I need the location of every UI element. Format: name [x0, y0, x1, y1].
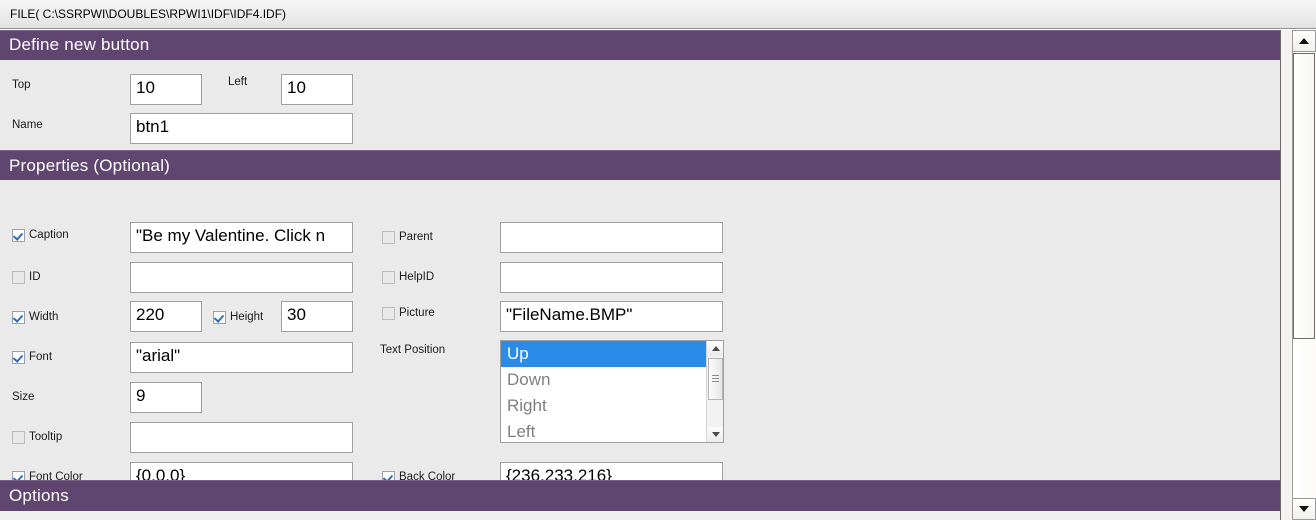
label-font: Font: [29, 351, 53, 363]
input-picture[interactable]: "FileName.BMP": [500, 301, 723, 332]
panel-define-new-button: Top 10 Left 10 Name btn1: [0, 60, 1280, 150]
label-picture: Picture: [399, 307, 435, 319]
listbox-option-right[interactable]: Right: [501, 393, 708, 419]
page-scrollbar-thumb[interactable]: [1293, 53, 1315, 339]
label-text-position: Text Position: [380, 344, 446, 356]
checkbox-width[interactable]: [12, 311, 25, 324]
listbox-option-left[interactable]: Left: [501, 419, 708, 442]
file-path-label: FILE( C:\SSRPWI\DOUBLES\RPWI1\IDF\IDF4.I…: [10, 7, 287, 21]
input-left[interactable]: 10: [281, 74, 353, 105]
input-font[interactable]: "arial": [130, 342, 353, 373]
panel-options: [0, 511, 1280, 520]
checkbox-id[interactable]: [12, 271, 25, 284]
grip-icon: [712, 375, 719, 384]
input-parent[interactable]: [500, 222, 723, 253]
section-header-define-new-button: Define new button: [0, 30, 1280, 60]
page-scrollbar[interactable]: [1281, 30, 1316, 520]
label-id: ID: [29, 271, 41, 283]
triangle-down-icon: [711, 432, 720, 437]
input-height[interactable]: 30: [281, 301, 353, 332]
page-scroll-down-button[interactable]: [1292, 498, 1316, 520]
listbox-scroll-down-button[interactable]: [707, 427, 723, 442]
listbox-scrollbar[interactable]: [706, 341, 723, 442]
file-title-bar: FILE( C:\SSRPWI\DOUBLES\RPWI1\IDF\IDF4.I…: [0, 0, 1316, 29]
label-parent: Parent: [399, 231, 433, 243]
triangle-down-icon: [1299, 506, 1309, 512]
input-tooltip[interactable]: [130, 422, 353, 453]
label-height: Height: [230, 311, 264, 323]
input-top[interactable]: 10: [130, 74, 202, 105]
panel-properties: Caption "Be my Valentine. Click n ID Wid…: [0, 180, 1280, 493]
input-caption[interactable]: "Be my Valentine. Click n: [130, 222, 353, 253]
label-size: Size: [12, 391, 35, 403]
listbox-scroll-up-button[interactable]: [707, 341, 723, 356]
checkbox-helpid[interactable]: [382, 271, 395, 284]
listbox-option-down[interactable]: Down: [501, 367, 708, 393]
section-title-options: Options: [9, 486, 69, 505]
checkbox-picture[interactable]: [382, 307, 395, 320]
listbox-text-position[interactable]: Up Down Right Left: [500, 340, 724, 443]
label-width: Width: [29, 311, 59, 323]
listbox-scroll-thumb[interactable]: [708, 358, 723, 400]
input-width[interactable]: 220: [130, 301, 202, 332]
listbox-items: Up Down Right Left: [501, 341, 708, 442]
checkbox-tooltip[interactable]: [12, 431, 25, 444]
checkbox-height[interactable]: [213, 311, 226, 324]
label-top: Top: [12, 79, 31, 91]
triangle-up-icon: [711, 346, 720, 351]
checkbox-font[interactable]: [12, 351, 25, 364]
input-id[interactable]: [130, 262, 353, 293]
label-tooltip: Tooltip: [29, 431, 63, 443]
checkbox-caption[interactable]: [12, 229, 25, 242]
input-size[interactable]: 9: [130, 382, 202, 413]
page-scroll-up-button[interactable]: [1292, 30, 1316, 52]
label-left: Left: [228, 76, 248, 88]
checkbox-parent[interactable]: [382, 231, 395, 244]
section-title-define-new-button: Define new button: [9, 35, 150, 54]
section-header-properties: Properties (Optional): [0, 150, 1280, 180]
listbox-option-up[interactable]: Up: [501, 341, 708, 367]
section-header-options: Options: [0, 480, 1280, 511]
input-helpid[interactable]: [500, 262, 723, 293]
form-content-area: Define new button Top 10 Left 10 Name bt…: [0, 30, 1281, 520]
section-title-properties: Properties (Optional): [9, 156, 171, 175]
label-name: Name: [12, 119, 43, 131]
input-name[interactable]: btn1: [130, 113, 353, 144]
label-helpid: HelpID: [399, 271, 435, 283]
label-caption: Caption: [29, 229, 69, 241]
triangle-up-icon: [1299, 38, 1309, 44]
